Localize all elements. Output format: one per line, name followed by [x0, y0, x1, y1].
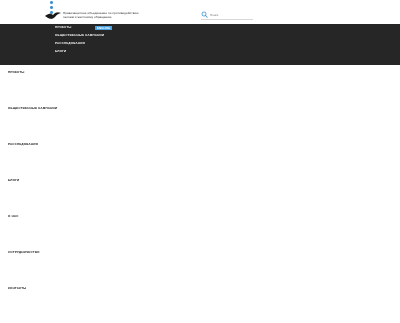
sidebar-item-about[interactable]: О нас [8, 215, 57, 218]
sidebar-item-blogs[interactable]: Блоги [8, 179, 57, 182]
sidebar-item-cooperation[interactable]: Сотрудничество [8, 251, 57, 254]
sidebar-item-contacts[interactable]: Контакты [8, 287, 57, 290]
menu-item-investigations[interactable]: Расследования [55, 42, 104, 45]
bird-icon [45, 12, 61, 19]
sidebar-menu: Проекты Общественные кампании Расследова… [8, 71, 57, 323]
menu-item-campaigns[interactable]: Общественные кампании [55, 34, 104, 37]
sidebar-item-projects[interactable]: Проекты [8, 71, 57, 74]
search-icon[interactable] [201, 11, 208, 18]
menu-item-blogs[interactable]: Блоги [55, 50, 104, 53]
sidebar-item-investigations[interactable]: Расследования [8, 143, 57, 146]
site-header: Правозащитное объединение по противодейс… [0, 0, 400, 24]
search-input[interactable] [210, 11, 252, 18]
sidebar-item-campaigns[interactable]: Общественные кампании [8, 107, 57, 110]
main-menu: Проекты Общественные кампании Расследова… [55, 26, 104, 58]
search-box[interactable] [201, 11, 253, 20]
organization-name: Правозащитное объединение по противодейс… [63, 11, 139, 19]
language-switch[interactable]: ENGLISH [95, 26, 113, 30]
